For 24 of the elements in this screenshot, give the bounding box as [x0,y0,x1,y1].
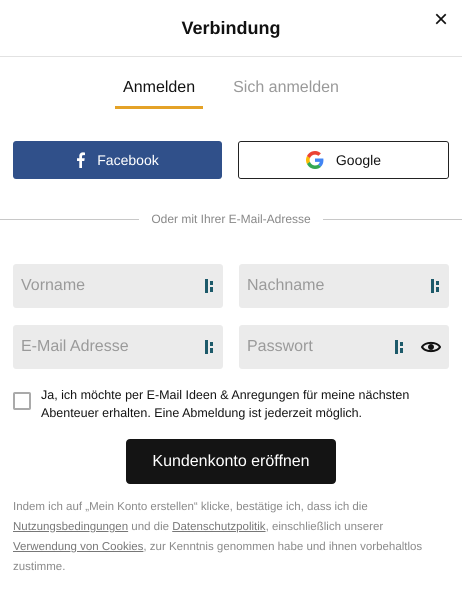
dialog-title: Verbindung [182,16,280,40]
facebook-button[interactable]: Facebook [13,141,222,179]
input-field[interactable]: Nachname [239,264,449,308]
password-manager-icon[interactable] [395,340,405,354]
divider-text: Oder mit Ihrer E-Mail-Adresse [151,211,311,228]
google-icon [306,151,324,169]
tab[interactable]: Anmelden [115,76,204,109]
create-account-button[interactable]: Kundenkonto eröffnen [126,439,336,484]
input-field[interactable]: Vorname [13,264,223,308]
password-manager-icon[interactable] [431,279,441,293]
facebook-icon [76,152,86,168]
password-field[interactable]: Passwort [239,325,449,369]
google-button[interactable]: Google [238,141,449,179]
eye-icon[interactable] [421,340,441,354]
legal-link[interactable]: Nutzungsbedingungen [13,521,128,533]
legal-link[interactable]: Verwendung von Cookies [13,541,144,553]
newsletter-label: Ja, ich möchte per E-Mail Ideen & Anregungen für meine nächsten Abenteuer erhalten. Eine Abmeldung ist jederzeit möglich. [41,387,410,422]
legal-text: Indem ich auf „Mein Konto erstellen“ klicke, bestätige ich, dass ich die Nutzungsbedingungen und die Datenschutzpolitik, einschließlich unserer Verwendung von Cookies, zur Kenntnis genommen habe und ihnen vorbehaltlos zustimme. [12,500,424,575]
input-field[interactable]: E-Mail Adresse [13,325,223,369]
close-button[interactable]: × [430,8,452,32]
legal-link[interactable]: Datenschutzpolitik [172,521,266,533]
password-manager-icon[interactable] [205,340,215,354]
password-manager-icon[interactable] [205,279,215,293]
newsletter-checkbox[interactable] [13,392,31,410]
